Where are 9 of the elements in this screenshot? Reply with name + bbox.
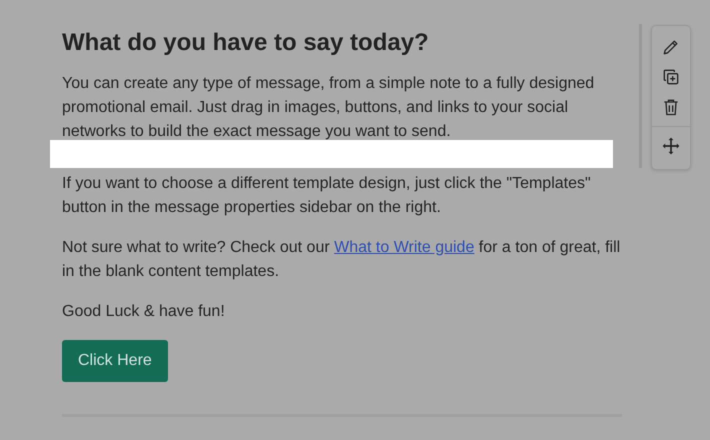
- paragraph: If you want to choose a different template design, just click the "Templates" button in the message properties sidebar on the right.: [62, 174, 592, 218]
- paragraph: Good Luck & have fun!: [62, 302, 226, 322]
- click-here-button[interactable]: Click Here: [62, 340, 168, 382]
- guide-link[interactable]: What to Write guide: [334, 239, 474, 256]
- move-icon[interactable]: [661, 136, 681, 156]
- heading: What do you have to say today?: [62, 30, 430, 56]
- duplicate-icon[interactable]: [661, 67, 681, 87]
- paragraph: You can create any type of message, from a simple note to a fully designed promotional email. Just drag in images, buttons, and links to your social networks to build the exact message you want to send.: [62, 74, 596, 142]
- paragraph: Not sure what to write? Check out our What to Write guide for a ton of great, fill in the blank content templates.: [62, 238, 622, 282]
